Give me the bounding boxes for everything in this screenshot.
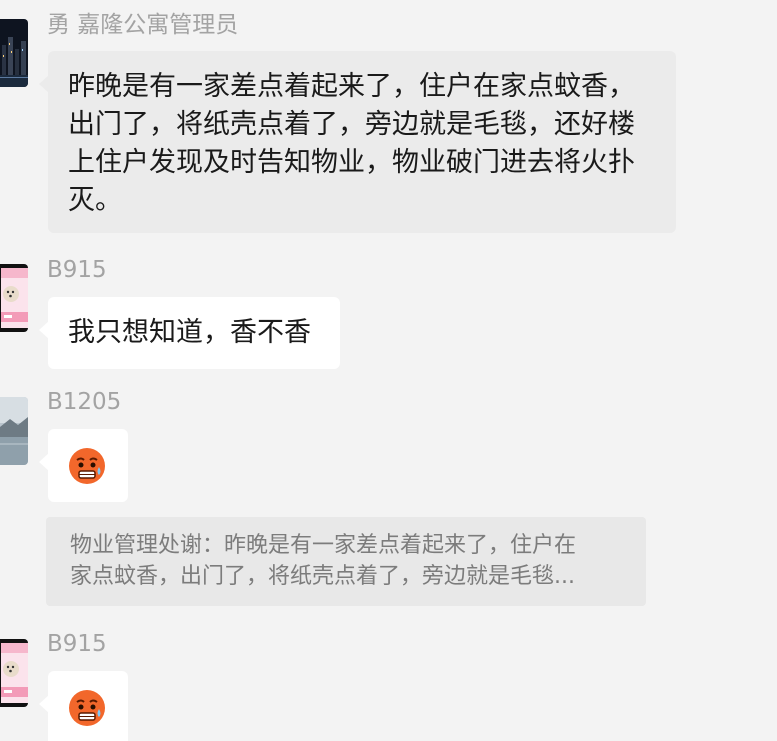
sender-name: 勇 嘉隆公寓管理员: [47, 12, 239, 38]
quote-line: 家点蚊香，出门了，将纸壳点着了，旁边就是毛毯...: [70, 564, 575, 589]
sender-name: B1205: [47, 389, 122, 415]
message-bubble[interactable]: 我只想知道，香不香: [39, 297, 340, 369]
puppy-avatar: [0, 639, 28, 707]
quote-line: 物业管理处谢：昨晚是有一家差点着起来了，住户在: [70, 533, 577, 558]
puppy-avatar: [0, 264, 28, 332]
city-night-avatar: [0, 19, 28, 87]
sad-sweat-emoji-icon: [69, 448, 105, 484]
avatar-b1205[interactable]: [0, 397, 28, 465]
sender-name: B915: [47, 257, 107, 283]
message-line: 上住户发现及时告知物业，物业破门进去将火扑: [68, 147, 635, 178]
message-line: 昨晚是有一家差点着起来了，住户在家点蚊香，: [68, 71, 635, 102]
avatar-b915[interactable]: [0, 639, 28, 707]
emoji-message-bubble[interactable]: [39, 429, 128, 502]
message-bubble[interactable]: 昨晚是有一家差点着起来了，住户在家点蚊香， 出门了，将纸壳点着了，旁边就是毛毯，…: [39, 51, 676, 233]
message-line: 出门了，将纸壳点着了，旁边就是毛毯，还好楼: [68, 109, 635, 140]
avatar-b915[interactable]: [0, 264, 28, 332]
quoted-message[interactable]: 物业管理处谢：昨晚是有一家差点着起来了，住户在 家点蚊香，出门了，将纸壳点着了，…: [46, 517, 646, 606]
message-line: 灭。: [68, 185, 122, 216]
sender-name: B915: [47, 631, 107, 657]
message-text: 我只想知道，香不香: [68, 317, 311, 348]
emoji-message-bubble[interactable]: [39, 671, 128, 741]
lake-avatar: [0, 397, 28, 465]
avatar-admin[interactable]: [0, 19, 28, 87]
sad-sweat-emoji-icon: [69, 690, 105, 726]
